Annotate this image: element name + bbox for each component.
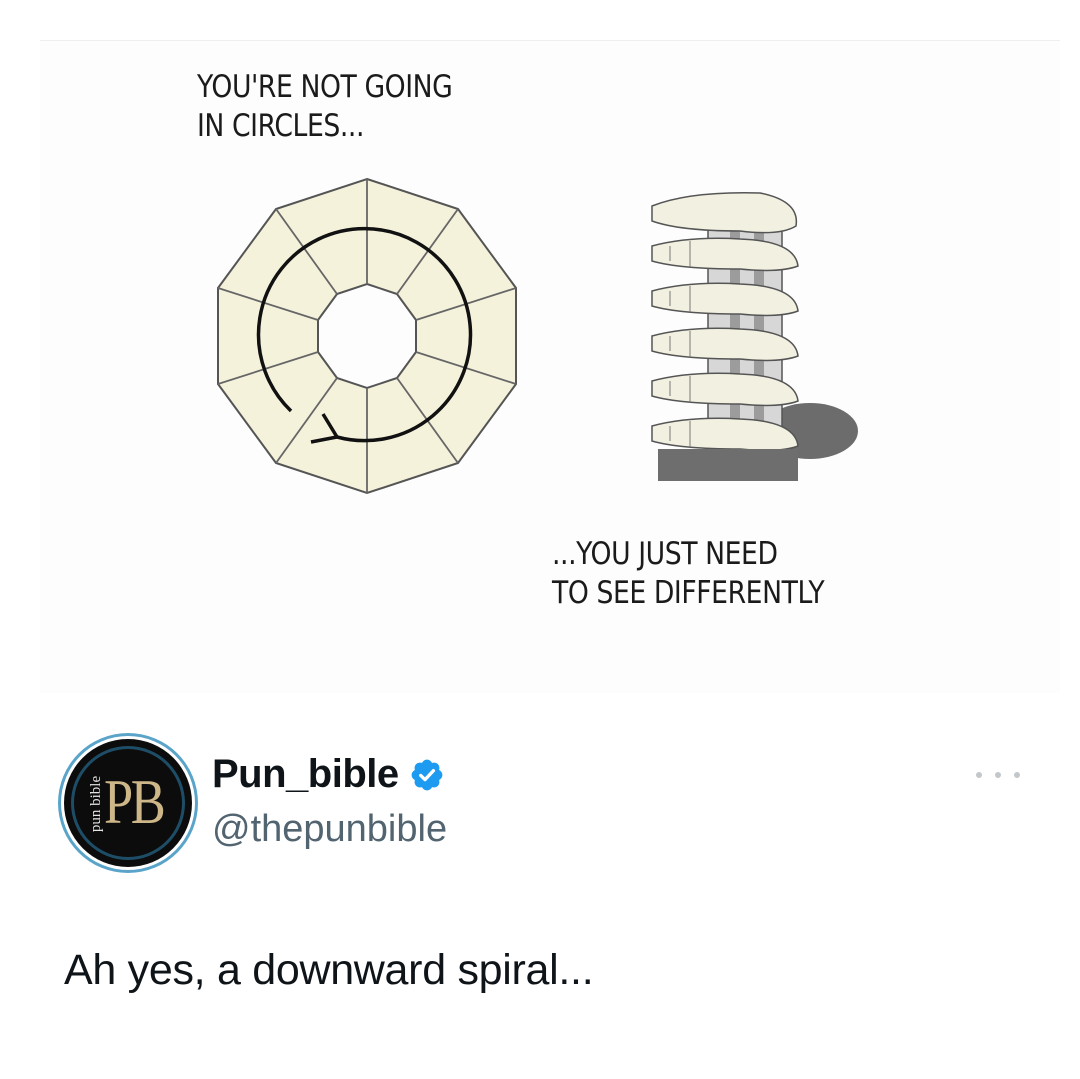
circular-stairs-drawing (217, 177, 517, 495)
more-dot (976, 772, 982, 778)
comic-illustration (217, 177, 858, 495)
caption-top: YOU'RE NOT GOING IN CIRCLES... (197, 69, 453, 144)
avatar[interactable]: PB pun bible (64, 739, 192, 867)
author-name-row: Pun_bible (212, 752, 445, 797)
avatar-monogram: PB (104, 766, 166, 837)
caption-bottom: ...YOU JUST NEED TO SEE DIFFERENTLY (552, 536, 825, 611)
more-options-icon[interactable] (976, 760, 1020, 790)
spiral-tower-drawing (651, 192, 858, 481)
more-dot (995, 772, 1001, 778)
avatar-side-text: pun bible (88, 775, 104, 833)
more-dot (1014, 772, 1020, 778)
author-handle[interactable]: @thepunbible (212, 808, 447, 851)
comic-image[interactable]: YOU'RE NOT GOING IN CIRCLES... ...YOU JU… (40, 40, 1060, 693)
display-name[interactable]: Pun_bible (212, 752, 399, 797)
post-text: Ah yes, a downward spiral... (64, 946, 594, 994)
verified-badge-icon (411, 759, 443, 790)
